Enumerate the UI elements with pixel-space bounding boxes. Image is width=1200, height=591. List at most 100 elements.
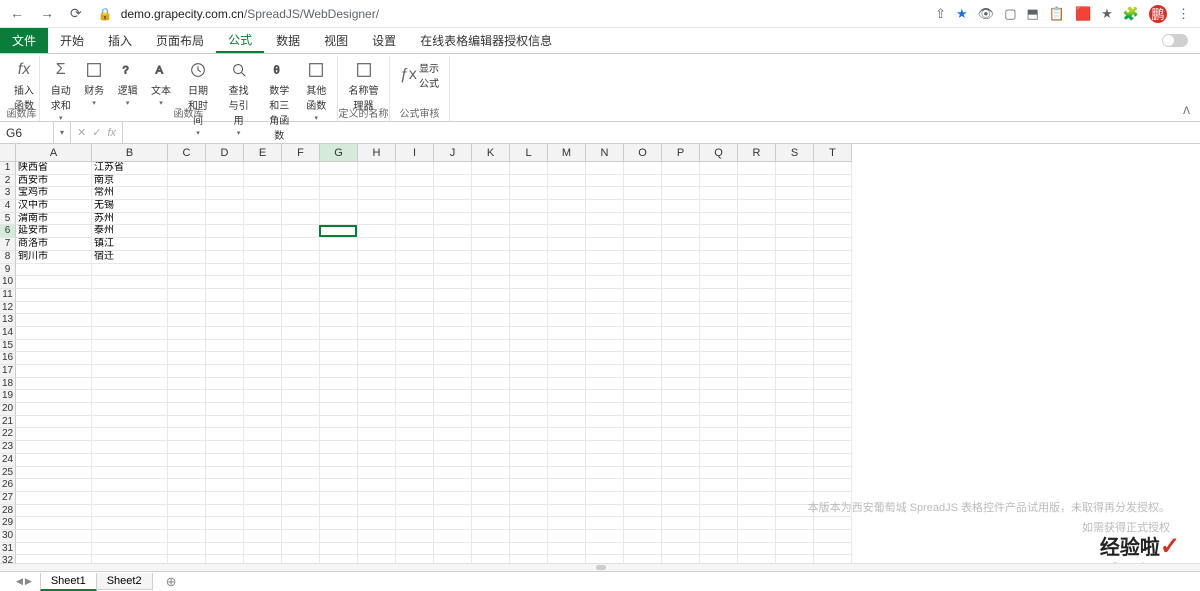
cell-J6[interactable] [434, 225, 472, 238]
cell-E16[interactable] [244, 352, 282, 365]
cell-S7[interactable] [776, 238, 814, 251]
cell-A21[interactable] [16, 416, 92, 429]
cell-N27[interactable] [586, 492, 624, 505]
cell-H28[interactable] [358, 505, 396, 518]
cell-P10[interactable] [662, 276, 700, 289]
cell-D16[interactable] [206, 352, 244, 365]
cell-F15[interactable] [282, 340, 320, 353]
finance-button[interactable]: 财务▾ [77, 58, 110, 109]
cell-F10[interactable] [282, 276, 320, 289]
cell-C22[interactable] [168, 428, 206, 441]
cell-K17[interactable] [472, 365, 510, 378]
cell-E21[interactable] [244, 416, 282, 429]
extensions-icon[interactable]: 🧩 [1123, 6, 1139, 22]
col-header-R[interactable]: R [738, 144, 776, 162]
cell-T2[interactable] [814, 175, 852, 188]
cell-G19[interactable] [320, 390, 358, 403]
cell-G12[interactable] [320, 302, 358, 315]
cell-G16[interactable] [320, 352, 358, 365]
cell-O26[interactable] [624, 479, 662, 492]
cell-E32[interactable] [244, 555, 282, 563]
cell-O16[interactable] [624, 352, 662, 365]
row-header-14[interactable]: 14 [0, 327, 16, 340]
cell-I32[interactable] [396, 555, 434, 563]
cell-D8[interactable] [206, 251, 244, 264]
cell-T13[interactable] [814, 314, 852, 327]
cell-R27[interactable] [738, 492, 776, 505]
cell-P21[interactable] [662, 416, 700, 429]
cell-K7[interactable] [472, 238, 510, 251]
cell-S1[interactable] [776, 162, 814, 175]
cell-K11[interactable] [472, 289, 510, 302]
cell-D18[interactable] [206, 378, 244, 391]
cell-R15[interactable] [738, 340, 776, 353]
cell-Q32[interactable] [700, 555, 738, 563]
cell-H30[interactable] [358, 530, 396, 543]
cell-B23[interactable] [92, 441, 168, 454]
cell-P16[interactable] [662, 352, 700, 365]
cell-C1[interactable] [168, 162, 206, 175]
cell-I27[interactable] [396, 492, 434, 505]
cell-M12[interactable] [548, 302, 586, 315]
cell-O31[interactable] [624, 543, 662, 556]
cell-D1[interactable] [206, 162, 244, 175]
cell-E29[interactable] [244, 517, 282, 530]
cell-L15[interactable] [510, 340, 548, 353]
cell-K23[interactable] [472, 441, 510, 454]
profile-avatar[interactable]: 鹏 [1149, 5, 1167, 23]
cell-A23[interactable] [16, 441, 92, 454]
cell-T4[interactable] [814, 200, 852, 213]
cell-Q2[interactable] [700, 175, 738, 188]
cell-Q4[interactable] [700, 200, 738, 213]
cell-M16[interactable] [548, 352, 586, 365]
col-header-K[interactable]: K [472, 144, 510, 162]
cell-J10[interactable] [434, 276, 472, 289]
cell-D11[interactable] [206, 289, 244, 302]
cell-J7[interactable] [434, 238, 472, 251]
cell-F24[interactable] [282, 454, 320, 467]
cell-K30[interactable] [472, 530, 510, 543]
cell-S8[interactable] [776, 251, 814, 264]
cell-K16[interactable] [472, 352, 510, 365]
row-header-15[interactable]: 15 [0, 340, 16, 353]
cell-I26[interactable] [396, 479, 434, 492]
cell-N15[interactable] [586, 340, 624, 353]
row-header-16[interactable]: 16 [0, 352, 16, 365]
name-box-dropdown[interactable]: ▾ [54, 122, 71, 143]
cell-K8[interactable] [472, 251, 510, 264]
cell-B25[interactable] [92, 467, 168, 480]
cell-T1[interactable] [814, 162, 852, 175]
cell-J3[interactable] [434, 187, 472, 200]
cell-B21[interactable] [92, 416, 168, 429]
cell-Q3[interactable] [700, 187, 738, 200]
col-header-D[interactable]: D [206, 144, 244, 162]
cell-P29[interactable] [662, 517, 700, 530]
row-header-7[interactable]: 7 [0, 238, 16, 251]
cell-S3[interactable] [776, 187, 814, 200]
cell-N31[interactable] [586, 543, 624, 556]
cell-B5[interactable]: 苏州 [92, 213, 168, 226]
cell-R32[interactable] [738, 555, 776, 563]
cell-H32[interactable] [358, 555, 396, 563]
cell-A6[interactable]: 延安市 [16, 225, 92, 238]
cell-N23[interactable] [586, 441, 624, 454]
cell-O10[interactable] [624, 276, 662, 289]
cell-B10[interactable] [92, 276, 168, 289]
cell-O23[interactable] [624, 441, 662, 454]
cell-D26[interactable] [206, 479, 244, 492]
cell-K19[interactable] [472, 390, 510, 403]
cell-M19[interactable] [548, 390, 586, 403]
cell-R10[interactable] [738, 276, 776, 289]
cell-O5[interactable] [624, 213, 662, 226]
cell-H5[interactable] [358, 213, 396, 226]
col-header-L[interactable]: L [510, 144, 548, 162]
cell-C31[interactable] [168, 543, 206, 556]
cell-O24[interactable] [624, 454, 662, 467]
cell-N22[interactable] [586, 428, 624, 441]
cell-F25[interactable] [282, 467, 320, 480]
cell-D13[interactable] [206, 314, 244, 327]
cell-P25[interactable] [662, 467, 700, 480]
row-header-26[interactable]: 26 [0, 479, 16, 492]
cell-I7[interactable] [396, 238, 434, 251]
cell-N14[interactable] [586, 327, 624, 340]
